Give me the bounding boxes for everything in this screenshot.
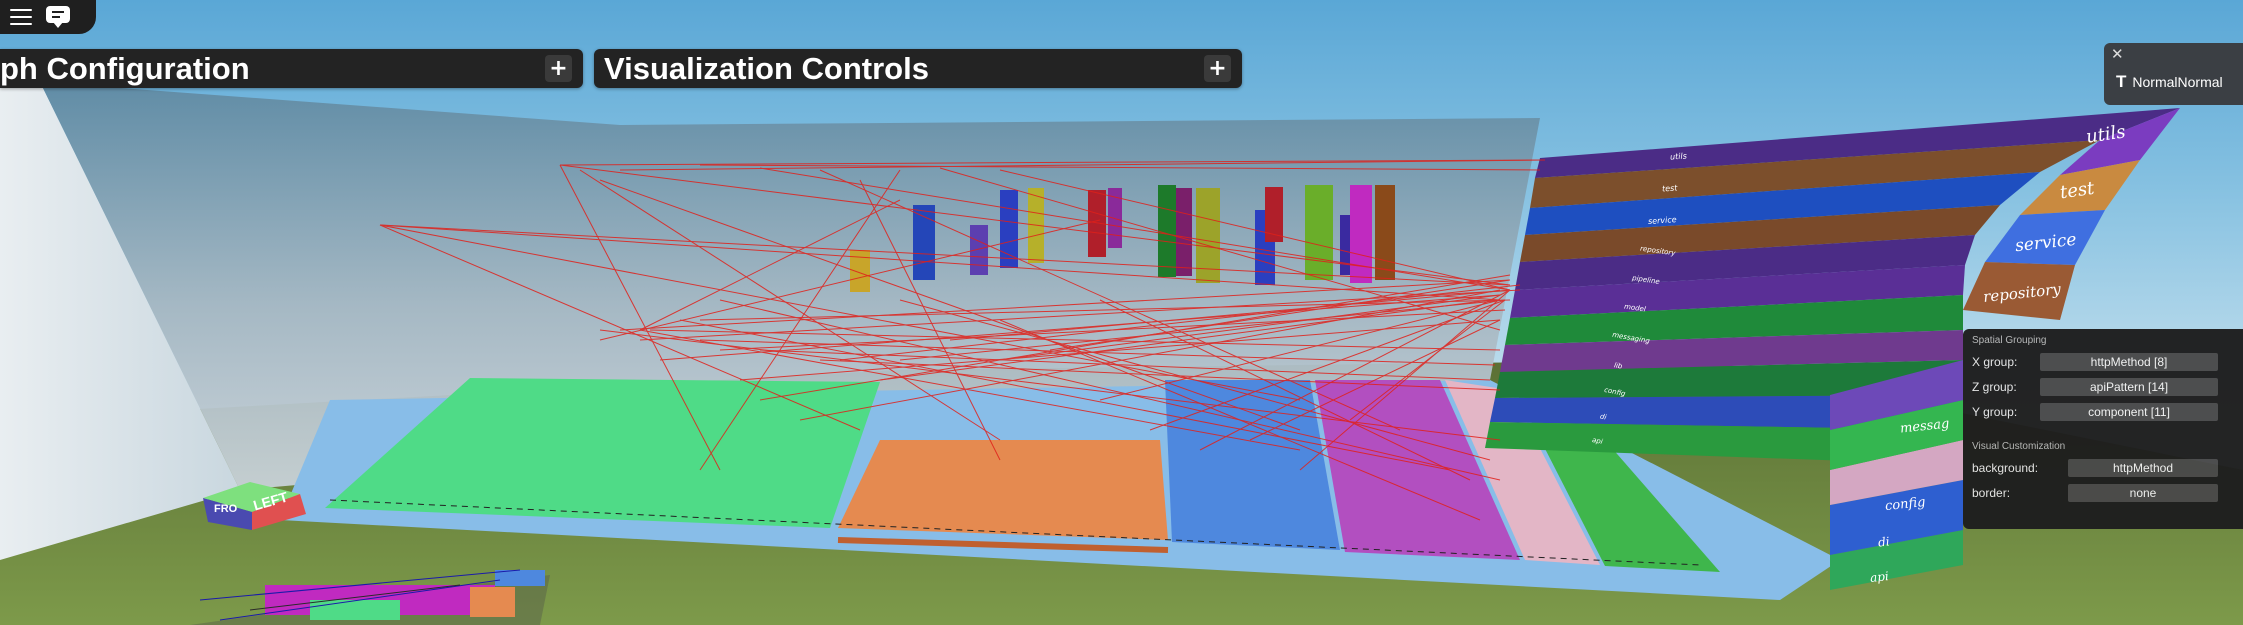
stripe-label-utils: utils [1669, 151, 1688, 162]
x-group-label: X group: [1972, 355, 2018, 369]
spatial-grouping-heading: Spatial Grouping [1972, 335, 2047, 346]
background-label: background: [1972, 461, 2039, 475]
y-group-row: Y group: component [11] [1972, 403, 2243, 421]
spatial-grouping-panel: Spatial Grouping X group: httpMethod [8]… [1963, 329, 2243, 529]
top-menu-bar [0, 0, 96, 34]
background-select[interactable]: httpMethod [2068, 459, 2218, 477]
z-group-label: Z group: [1972, 380, 2017, 394]
notification-text: NormalNormal [2132, 74, 2223, 90]
logo-icon: T [2116, 72, 2127, 91]
visual-customization-heading: Visual Customization [1972, 441, 2066, 452]
chat-icon[interactable] [46, 6, 70, 28]
graph-configuration-title: ph Configuration [0, 51, 250, 86]
3d-graph-viewport[interactable] [0, 0, 2243, 625]
visualization-controls-expand-button[interactable]: + [1204, 55, 1231, 82]
notification-toast: ✕ T NormalNormal [2104, 43, 2243, 105]
background-row: background: httpMethod [1972, 459, 2243, 477]
stripe-label-test: test [1661, 183, 1678, 194]
border-label: border: [1972, 486, 2011, 500]
close-icon[interactable]: ✕ [2111, 45, 2124, 63]
x-group-select[interactable]: httpMethod [8] [2040, 353, 2218, 371]
y-group-label: Y group: [1972, 405, 2018, 419]
hamburger-icon[interactable] [10, 9, 32, 25]
x-group-row: X group: httpMethod [8] [1972, 353, 2243, 371]
border-select[interactable]: none [2068, 484, 2218, 502]
graph-configuration-panel[interactable]: ph Configuration + [0, 49, 583, 88]
z-group-row: Z group: apiPattern [14] [1972, 378, 2243, 396]
graph-configuration-expand-button[interactable]: + [545, 55, 572, 82]
visualization-controls-panel[interactable]: Visualization Controls + [594, 49, 1242, 88]
floor-section-blue [1165, 380, 1340, 550]
y-group-select[interactable]: component [11] [2040, 403, 2218, 421]
stripe-label-lib: lib [1613, 361, 1623, 371]
layer-label-api: api [1869, 569, 1890, 585]
visualization-controls-title: Visualization Controls [604, 51, 929, 86]
layer-label-di: di [1877, 534, 1891, 550]
floor-section-orange [838, 440, 1168, 540]
cube-front-label: FRO [214, 503, 238, 515]
border-row: border: none [1972, 484, 2243, 502]
z-group-select[interactable]: apiPattern [14] [2040, 378, 2218, 396]
